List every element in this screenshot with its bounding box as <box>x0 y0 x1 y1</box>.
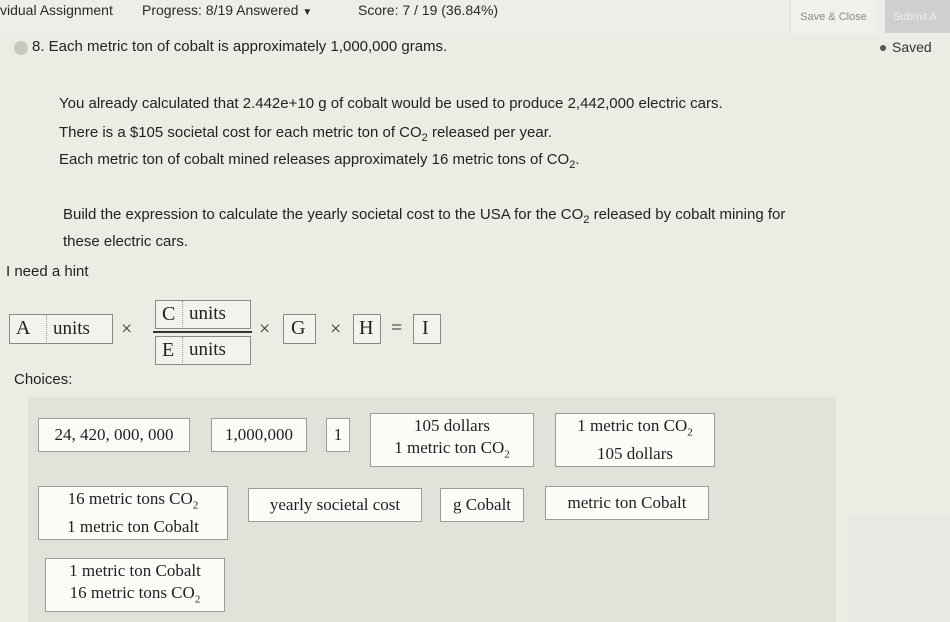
times-operator: × <box>259 318 271 340</box>
question-line-4: Build the expression to calculate the ye… <box>63 206 786 226</box>
choice-ton-cobalt-per-16-tons-co2[interactable]: 1 metric ton Cobalt 16 metric tons CO2 <box>45 558 225 612</box>
question-line-3: Each metric ton of cobalt mined releases… <box>59 151 580 171</box>
times-operator: × <box>121 318 133 340</box>
slot-H-letter: H <box>359 317 374 339</box>
choice-24420000000[interactable]: 24, 420, 000, 000 <box>38 418 190 452</box>
submit-button[interactable]: Submit A <box>885 0 950 33</box>
question-line-2: There is a $105 societal cost for each m… <box>59 124 553 144</box>
fraction-bar <box>153 331 252 333</box>
saved-label: Saved <box>892 39 932 55</box>
top-bar: vidual Assignment Progress: 8/19 Answere… <box>0 0 950 34</box>
choice-1000000[interactable]: 1,000,000 <box>211 418 307 452</box>
progress-dropdown[interactable]: Progress: 8/19 Answered ▼ <box>142 2 312 18</box>
times-operator: × <box>330 318 342 340</box>
slot-C-units: units <box>189 303 226 324</box>
slot-C-letter: C <box>162 303 176 325</box>
slot-E[interactable]: E units <box>155 336 251 365</box>
score-text: Score: 7 / 19 (36.84%) <box>358 2 499 18</box>
speaker-icon[interactable] <box>14 41 28 55</box>
slot-A-letter: A <box>16 317 31 339</box>
choice-metric-ton-cobalt[interactable]: metric ton Cobalt <box>545 486 709 520</box>
choice-ton-co2-per-105-dollars[interactable]: 1 metric ton CO2 105 dollars <box>555 413 715 467</box>
slot-E-letter: E <box>162 339 175 361</box>
choice-16-tons-co2-per-ton-cobalt[interactable]: 16 metric tons CO2 1 metric ton Cobalt <box>38 486 228 540</box>
hint-link[interactable]: I need a hint <box>6 263 89 280</box>
slot-divider <box>182 301 184 327</box>
choice-yearly-societal-cost[interactable]: yearly societal cost <box>248 488 422 522</box>
choice-105-dollars-per-ton-co2[interactable]: 105 dollars 1 metric ton CO2 <box>370 413 534 467</box>
caret-down-icon: ▼ <box>302 7 313 18</box>
question-title: 8. Each metric ton of cobalt is approxim… <box>32 38 448 55</box>
save-close-button[interactable]: Save & Close <box>790 0 876 33</box>
slot-G-letter: G <box>291 317 306 339</box>
slot-A[interactable]: A units <box>9 314 113 344</box>
slot-divider <box>182 337 184 363</box>
saved-status: Saved <box>880 39 932 55</box>
progress-text: Progress: 8/19 Answered <box>142 2 299 18</box>
slot-I-letter: I <box>422 317 429 339</box>
scroll-area-edge <box>848 515 950 622</box>
question-line-1: You already calculated that 2.442e+10 g … <box>59 95 723 112</box>
slot-C[interactable]: C units <box>155 300 251 329</box>
slot-divider <box>46 315 48 342</box>
question-line-5: these electric cars. <box>63 233 189 250</box>
choices-label: Choices: <box>14 371 73 388</box>
equals-operator: = <box>391 317 403 339</box>
slot-I[interactable]: I <box>413 314 441 344</box>
choice-1[interactable]: 1 <box>326 418 350 452</box>
saved-dot-icon <box>880 45 886 52</box>
slot-G[interactable]: G <box>283 314 316 344</box>
slot-H[interactable]: H <box>353 314 381 344</box>
assignment-title: vidual Assignment <box>0 2 113 18</box>
choice-g-cobalt[interactable]: g Cobalt <box>440 488 524 522</box>
slot-A-units: units <box>53 318 90 339</box>
slot-E-units: units <box>189 339 226 360</box>
